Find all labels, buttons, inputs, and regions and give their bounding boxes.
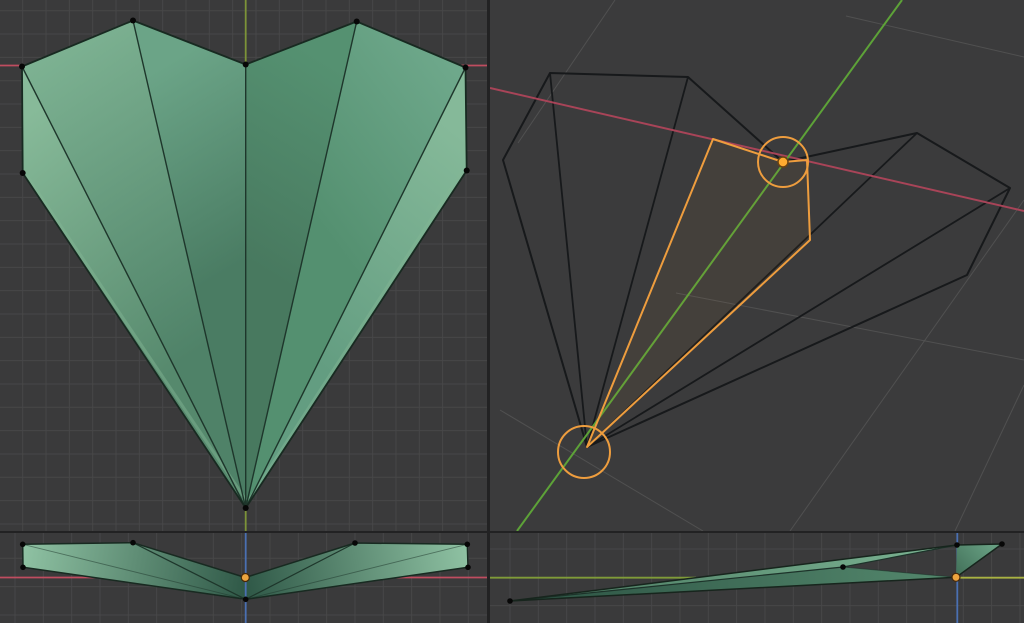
heart-face[interactable] bbox=[510, 567, 956, 601]
vertex-dot[interactable] bbox=[352, 540, 358, 546]
vertex-dot[interactable] bbox=[840, 564, 846, 570]
vertex-dot[interactable] bbox=[130, 539, 136, 546]
viewport-front-ortho[interactable] bbox=[0, 533, 487, 623]
vertex-dot[interactable] bbox=[242, 596, 249, 603]
viewport-top-ortho[interactable] bbox=[0, 0, 487, 531]
vertex-dot[interactable] bbox=[19, 170, 26, 176]
floor-grid-line bbox=[789, 199, 1024, 531]
viewport-user-perspective[interactable] bbox=[490, 0, 1024, 531]
vertex-dot[interactable] bbox=[999, 541, 1005, 547]
viewport-right-ortho[interactable] bbox=[490, 533, 1024, 623]
floor-grid-line bbox=[517, 0, 616, 144]
selected-vertex-dot[interactable] bbox=[951, 572, 961, 582]
vertex-dot[interactable] bbox=[954, 542, 960, 548]
vertex-dot[interactable] bbox=[353, 18, 360, 25]
floor-grid-line bbox=[845, 15, 1024, 58]
selected-vertex-dot[interactable] bbox=[777, 156, 789, 168]
vertex-dot[interactable] bbox=[462, 64, 469, 71]
floor-grid-line bbox=[954, 384, 1024, 531]
selected-vertex-dot[interactable] bbox=[240, 572, 250, 583]
vertex-dot[interactable] bbox=[465, 564, 471, 571]
vertex-dot[interactable] bbox=[464, 541, 471, 548]
vertex-dot[interactable] bbox=[130, 17, 136, 24]
vertex-dot[interactable] bbox=[463, 167, 470, 174]
vertex-dot[interactable] bbox=[19, 541, 26, 548]
quad-view-canvas bbox=[0, 0, 1024, 623]
vertex-dot[interactable] bbox=[20, 564, 26, 571]
vertex-dot[interactable] bbox=[507, 598, 513, 604]
vertex-dot[interactable] bbox=[242, 61, 249, 68]
vertex-dot[interactable] bbox=[19, 63, 25, 70]
vertex-dot[interactable] bbox=[242, 505, 249, 511]
wireframe-edge bbox=[549, 72, 588, 448]
